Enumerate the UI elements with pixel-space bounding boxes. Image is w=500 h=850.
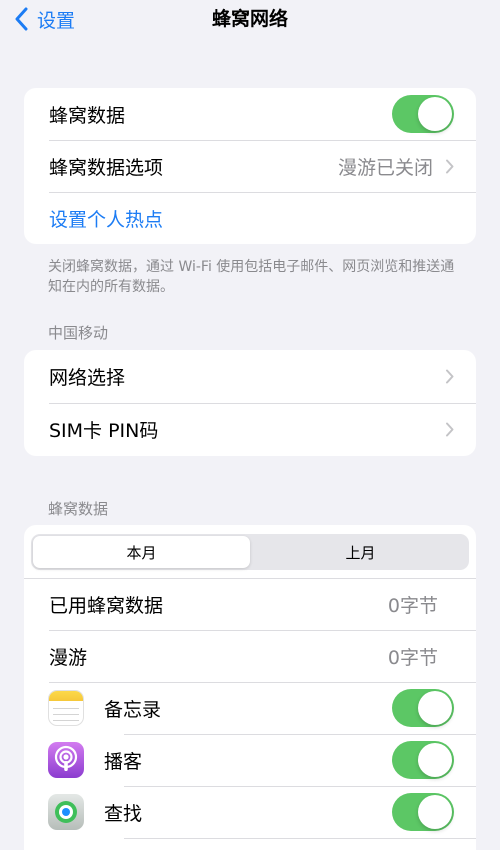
used-data-value: 0字节 xyxy=(387,595,438,617)
usage-group: 本月 上月 已用蜂窝数据 0字节 漫游 0字节 备忘录 播客 查找 xyxy=(24,525,476,850)
navigation-bar: 设置 蜂窝网络 xyxy=(0,0,500,40)
app-row-partial xyxy=(24,838,476,850)
used-data-label: 已用蜂窝数据 xyxy=(49,595,164,617)
carrier-group: 网络选择 SIM卡 PIN码 xyxy=(24,350,476,456)
network-selection-label: 网络选择 xyxy=(49,367,126,389)
roaming-data-value: 0字节 xyxy=(387,646,438,669)
network-selection-row[interactable]: 网络选择 xyxy=(24,350,476,403)
carrier-section-header: 中国移动 xyxy=(48,324,109,342)
chevron-right-icon xyxy=(446,369,454,384)
podcasts-cellular-toggle[interactable] xyxy=(392,741,454,779)
cellular-settings-screen: 设置 蜂窝网络 蜂窝数据 蜂窝数据选项 漫游已关闭 设置个人热点 关闭蜂窝数据，… xyxy=(0,0,500,850)
roaming-data-label: 漫游 xyxy=(49,646,88,669)
cellular-footer-note: 关闭蜂窝数据，通过 Wi-Fi 使用包括电子邮件、网页浏览和推送通知在内的所有数… xyxy=(48,259,455,295)
app-name: 查找 xyxy=(104,802,143,825)
page-title: 蜂窝网络 xyxy=(211,8,288,30)
roaming-data-row: 漫游 0字节 xyxy=(24,630,476,682)
sim-pin-label: SIM卡 PIN码 xyxy=(49,420,159,442)
usage-section-header: 蜂窝数据 xyxy=(48,500,109,518)
period-segmented-control: 本月 上月 xyxy=(31,534,469,570)
cellular-data-row: 蜂窝数据 xyxy=(24,88,476,140)
cellular-data-options-label: 蜂窝数据选项 xyxy=(49,156,164,179)
app-row-podcasts: 播客 xyxy=(24,734,476,786)
chevron-right-icon xyxy=(446,159,454,173)
app-name: 播客 xyxy=(104,750,143,773)
app-name: 备忘录 xyxy=(104,698,162,721)
cellular-main-group: 蜂窝数据 蜂窝数据选项 漫游已关闭 设置个人热点 xyxy=(24,88,476,244)
notes-icon xyxy=(48,690,84,726)
personal-hotspot-row[interactable]: 设置个人热点 xyxy=(24,192,476,244)
sim-pin-row[interactable]: SIM卡 PIN码 xyxy=(24,403,476,456)
roaming-status-value: 漫游已关闭 xyxy=(337,156,433,179)
app-row-find-my: 查找 xyxy=(24,786,476,838)
podcasts-icon xyxy=(48,742,84,778)
cellular-data-options-row[interactable]: 蜂窝数据选项 漫游已关闭 xyxy=(24,140,476,192)
segment-last-month[interactable]: 上月 xyxy=(252,534,469,570)
find-my-icon xyxy=(48,794,84,830)
cellular-data-label: 蜂窝数据 xyxy=(49,104,126,127)
segment-this-month[interactable]: 本月 xyxy=(33,536,250,568)
used-data-row: 已用蜂窝数据 0字节 xyxy=(24,578,476,630)
chevron-right-icon xyxy=(446,422,454,437)
app-row-notes: 备忘录 xyxy=(24,682,476,734)
cellular-data-toggle[interactable] xyxy=(392,95,454,133)
personal-hotspot-link[interactable]: 设置个人热点 xyxy=(49,205,454,232)
notes-cellular-toggle[interactable] xyxy=(392,689,454,727)
find-my-cellular-toggle[interactable] xyxy=(392,793,454,831)
